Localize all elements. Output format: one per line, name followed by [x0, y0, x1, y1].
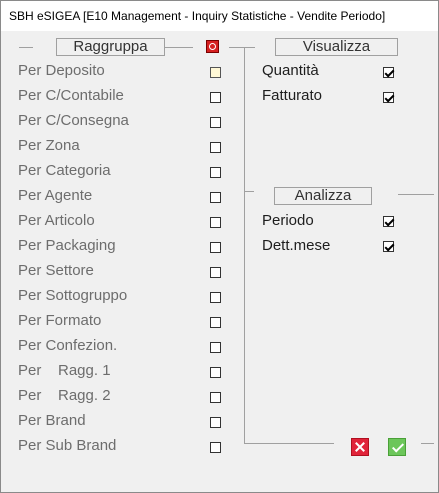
- raggruppa-item-label: Per Ragg. 1: [18, 362, 111, 379]
- bottom-line-right: [421, 443, 434, 444]
- raggruppa-item-label: Per Formato: [18, 312, 102, 329]
- raggruppa-item-label: Per Ragg. 2: [18, 387, 111, 404]
- raggruppa-item-label: Per Packaging: [18, 237, 116, 254]
- raggruppa-checkbox-agente[interactable]: [210, 192, 221, 203]
- raggruppa-caption: Raggruppa: [56, 38, 165, 56]
- visualizza-checkbox-fatturato[interactable]: [383, 92, 394, 103]
- dialog-window: SBH eSIGEA [E10 Management - Inquiry Sta…: [0, 0, 439, 493]
- visualizza-item-label: Quantità: [262, 62, 319, 79]
- raggruppa-checkbox-categoria[interactable]: [210, 167, 221, 178]
- raggruppa-checkbox-brand[interactable]: [210, 417, 221, 428]
- raggruppa-item-label: Per Agente: [18, 187, 93, 204]
- raggruppa-item-label: Per Sub Brand: [18, 437, 117, 454]
- raggruppa-checkbox-subbrand[interactable]: [210, 442, 221, 453]
- raggruppa-item-label: Per Articolo: [18, 212, 95, 229]
- raggruppa-checkbox-articolo[interactable]: [210, 217, 221, 228]
- raggruppa-checkbox-sottogruppo[interactable]: [210, 292, 221, 303]
- group-line-raggruppa-left: [19, 47, 33, 48]
- cancel-icon[interactable]: [351, 438, 369, 456]
- raggruppa-checkbox-packaging[interactable]: [210, 242, 221, 253]
- visualizza-checkbox-quantita[interactable]: [383, 67, 394, 78]
- raggruppa-item-label: Per Categoria: [18, 162, 111, 179]
- raggruppa-item-label: Per Deposito: [18, 62, 105, 79]
- title-bar: SBH eSIGEA [E10 Management - Inquiry Sta…: [1, 1, 438, 31]
- column-divider: [244, 47, 245, 444]
- raggruppa-checkbox-ragg1[interactable]: [210, 367, 221, 378]
- analizza-item-label: Periodo: [262, 212, 314, 229]
- record-toggle-icon[interactable]: [206, 40, 219, 53]
- raggruppa-checkbox-ragg2[interactable]: [210, 392, 221, 403]
- visualizza-caption: Visualizza: [275, 38, 398, 56]
- window-title: SBH eSIGEA [E10 Management - Inquiry Sta…: [9, 9, 386, 23]
- raggruppa-item-label: Per Sottogruppo: [18, 287, 128, 304]
- confirm-icon[interactable]: [388, 438, 406, 456]
- raggruppa-checkbox-zona[interactable]: [210, 142, 221, 153]
- group-line-analizza-right: [398, 194, 434, 195]
- raggruppa-item-label: Per Settore: [18, 262, 94, 279]
- raggruppa-checkbox-ccontabile[interactable]: [210, 92, 221, 103]
- raggruppa-item-label: Per Brand: [18, 412, 86, 429]
- group-line-analizza-left: [244, 191, 254, 192]
- raggruppa-checkbox-confezion[interactable]: [210, 342, 221, 353]
- raggruppa-checkbox-deposito[interactable]: [210, 67, 221, 78]
- group-line-visualizza-left: [229, 47, 255, 48]
- raggruppa-checkbox-formato[interactable]: [210, 317, 221, 328]
- analizza-item-label: Dett.mese: [262, 237, 331, 254]
- group-line-raggruppa-right: [165, 47, 193, 48]
- visualizza-item-label: Fatturato: [262, 87, 323, 104]
- raggruppa-item-label: Per C/Contabile: [18, 87, 124, 104]
- analizza-checkbox-periodo[interactable]: [383, 216, 394, 227]
- raggruppa-checkbox-settore[interactable]: [210, 267, 221, 278]
- bottom-line-left: [244, 443, 334, 444]
- raggruppa-item-label: Per Zona: [18, 137, 80, 154]
- raggruppa-checkbox-cconsegna[interactable]: [210, 117, 221, 128]
- raggruppa-item-label: Per C/Consegna: [18, 112, 129, 129]
- analizza-checkbox-dettmese[interactable]: [383, 241, 394, 252]
- raggruppa-item-label: Per Confezion.: [18, 337, 118, 354]
- analizza-caption: Analizza: [274, 187, 372, 205]
